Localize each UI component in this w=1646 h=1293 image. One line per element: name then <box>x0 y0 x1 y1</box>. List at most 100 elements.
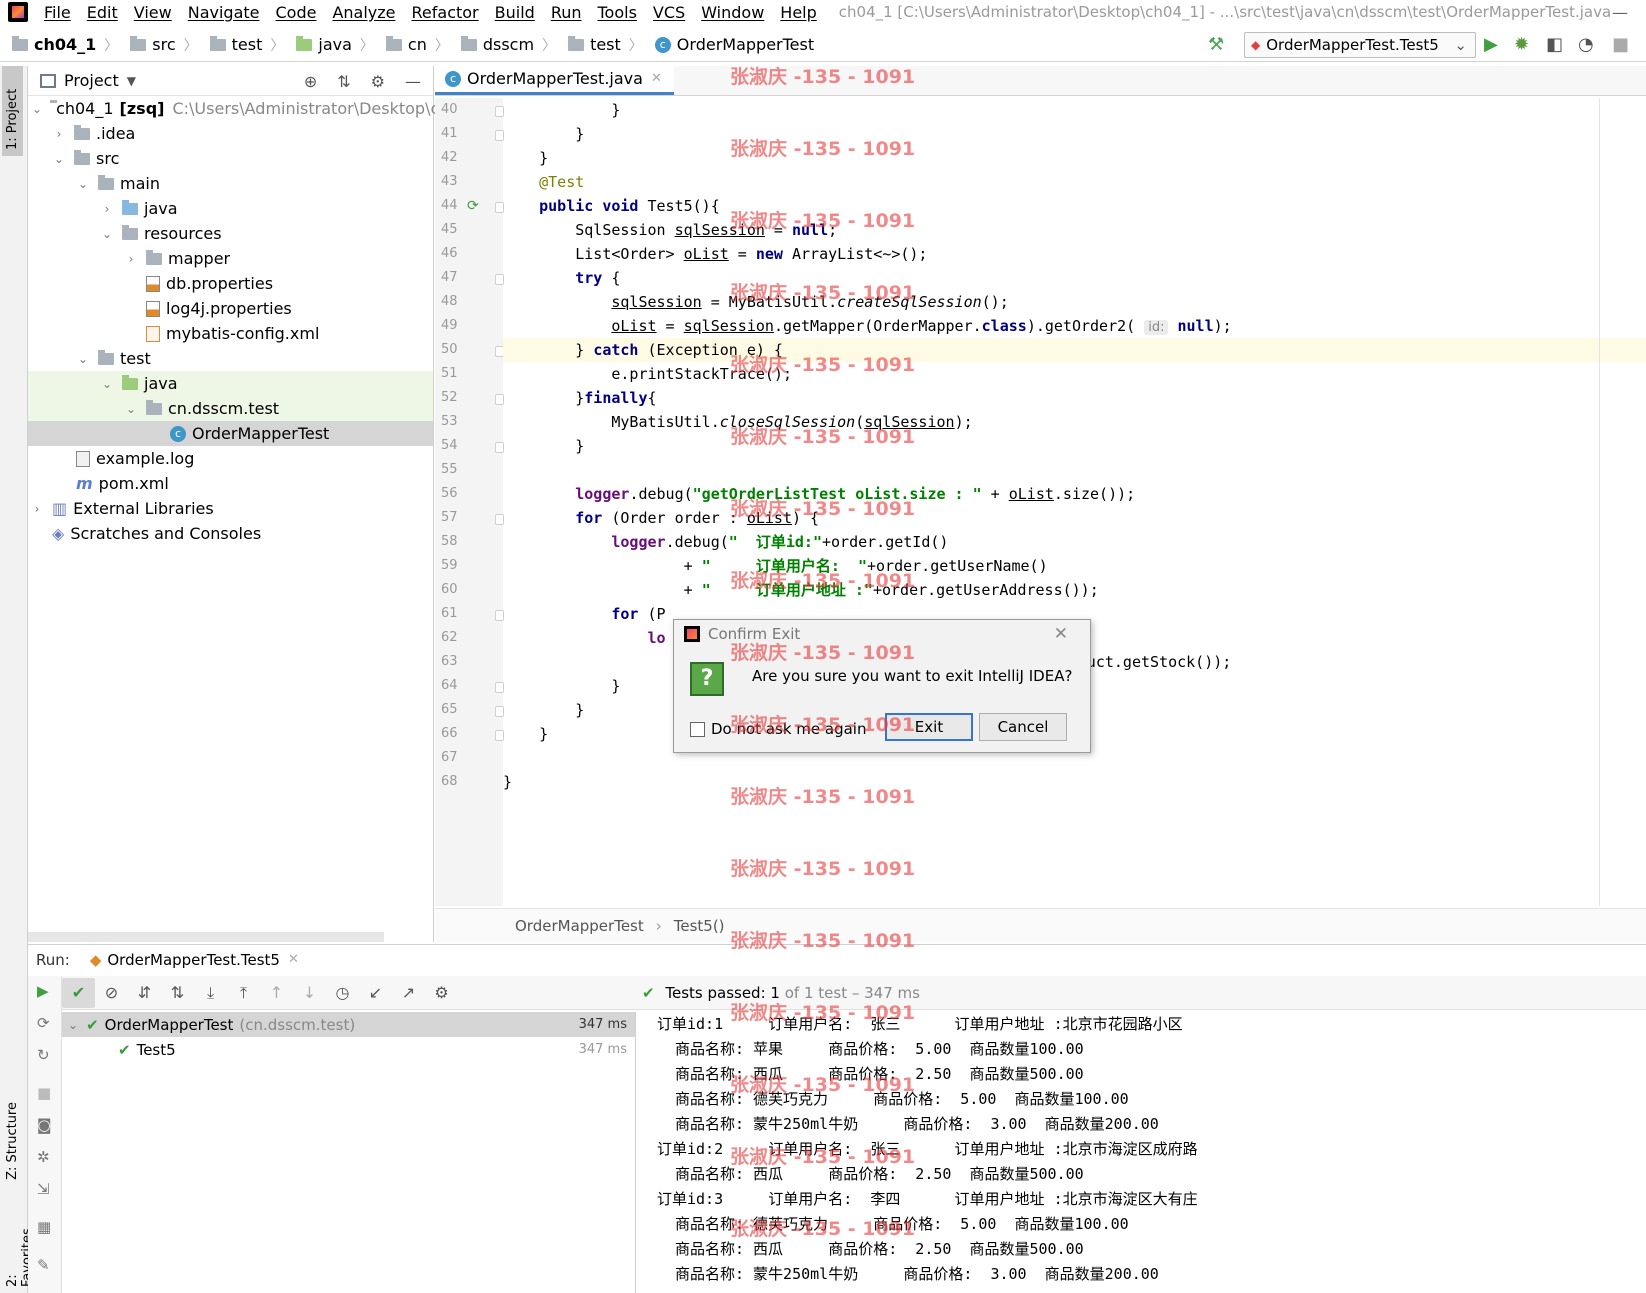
menu-analyze[interactable]: Analyze <box>324 3 403 22</box>
chevron-right-icon[interactable]: › <box>52 127 66 141</box>
chevron-right-icon[interactable]: › <box>124 252 138 266</box>
console-output[interactable]: 订单id:1 订单用户名: 张三 订单用户地址 :北京市花园路小区 商品名称: … <box>637 1012 1646 1293</box>
run-test-gutter-icon[interactable]: ⟳ <box>467 198 479 214</box>
camera-icon[interactable]: ◙ <box>37 1116 52 1134</box>
tree-item-db-properties[interactable]: db.properties <box>28 271 433 296</box>
tree-item-resources[interactable]: ⌄ resources <box>28 221 433 246</box>
close-icon[interactable]: ✕ <box>1054 624 1068 644</box>
gear-icon[interactable]: ⚙ <box>425 983 458 1002</box>
chevron-down-icon[interactable]: ⌄ <box>76 177 90 191</box>
breadcrumb-java[interactable]: java 〉 <box>284 35 374 55</box>
collapse-all-icon[interactable]: ⇅ <box>337 72 350 91</box>
chevron-down-icon[interactable]: ⌄ <box>124 402 138 416</box>
breadcrumb-cn[interactable]: cn 〉 <box>374 35 449 55</box>
code-area[interactable]: } } } @Test public void Test5(){ SqlSess… <box>503 98 1646 906</box>
import-tests-icon[interactable]: ↙ <box>359 983 392 1002</box>
profile-icon[interactable]: ◔ <box>1578 34 1594 55</box>
cancel-button[interactable]: Cancel <box>979 713 1067 741</box>
debug-icon[interactable]: ✹ <box>1514 34 1529 55</box>
tool-tab-structure[interactable]: Z: Structure <box>2 1096 23 1186</box>
tree-item-main[interactable]: ⌄ main <box>28 171 433 196</box>
menu-edit[interactable]: Edit <box>79 3 126 22</box>
sort-duration-icon[interactable]: ⇅ <box>161 983 194 1002</box>
editor-tab-ordermappertest[interactable]: c OrderMapperTest.java ✕ <box>435 65 674 95</box>
menu-view[interactable]: View <box>126 3 180 22</box>
menu-window[interactable]: Window <box>693 3 772 22</box>
menu-tools[interactable]: Tools <box>590 3 645 22</box>
breadcrumb-test-pkg[interactable]: test 〉 <box>556 35 643 55</box>
tree-item-package[interactable]: ⌄ cn.dsscm.test <box>28 396 433 421</box>
test-row-method[interactable]: ✔ Test5 347 ms <box>62 1037 635 1062</box>
menu-help[interactable]: Help <box>772 3 824 22</box>
run-configuration-select[interactable]: ◆ OrderMapperTest.Test5 ⌄ <box>1244 32 1476 58</box>
tree-item-root[interactable]: ⌄ ch04_1 [zsq] C:\Users\Administrator\De… <box>28 96 488 121</box>
layout-icon[interactable]: ▦ <box>37 1218 51 1236</box>
import-icon[interactable]: ⇲ <box>37 1180 50 1198</box>
chevron-down-icon[interactable]: ⌄ <box>52 152 66 166</box>
minimize-icon[interactable]: — <box>1612 3 1628 22</box>
tree-item-external-libraries[interactable]: › ▥ External Libraries <box>28 496 433 521</box>
close-icon[interactable]: ✕ <box>651 71 662 86</box>
breadcrumb-project[interactable]: ch04_1 〉 <box>0 35 118 55</box>
chevron-down-icon[interactable]: ⌄ <box>68 1018 78 1032</box>
chevron-down-icon[interactable]: ⌄ <box>100 377 114 391</box>
tree-item-test[interactable]: ⌄ test <box>28 346 433 371</box>
test-row-class[interactable]: ⌄ ✔ OrderMapperTest (cn.dsscm.test) 347 … <box>62 1012 635 1037</box>
pin-icon[interactable]: ✎ <box>37 1256 50 1274</box>
show-passed-icon[interactable]: ✔ <box>62 977 95 1008</box>
tree-item-mybatis-config[interactable]: mybatis-config.xml <box>28 321 433 346</box>
locate-icon[interactable]: ⊕ <box>304 72 317 91</box>
breadcrumb-dsscm[interactable]: dsscm 〉 <box>449 35 556 55</box>
horizontal-scrollbar[interactable] <box>28 932 384 942</box>
tree-item-example-log[interactable]: example.log <box>28 446 433 471</box>
run-tab[interactable]: ◆ OrderMapperTest.Test5 ✕ <box>90 951 299 969</box>
chevron-down-icon[interactable]: ⌄ <box>76 352 90 366</box>
previous-test-icon[interactable]: ↑ <box>260 983 293 1002</box>
rerun-failed-icon[interactable]: ⟳ <box>37 1014 50 1032</box>
settings-icon[interactable]: ✲ <box>37 1148 50 1166</box>
exit-button[interactable]: Exit <box>885 713 973 741</box>
close-icon[interactable]: ✕ <box>288 952 299 967</box>
menu-build[interactable]: Build <box>487 3 543 22</box>
sort-alpha-icon[interactable]: ⇵ <box>128 983 161 1002</box>
tool-tab-project[interactable]: 1: Project <box>2 66 23 156</box>
breadcrumb-test[interactable]: test 〉 <box>198 35 284 55</box>
tree-item-src[interactable]: ⌄ src <box>28 146 433 171</box>
project-title[interactable]: Project <box>64 71 119 90</box>
next-test-icon[interactable]: ↓ <box>293 983 326 1002</box>
breadcrumb-method[interactable]: Test5() <box>674 917 725 935</box>
chevron-down-icon[interactable]: ▼ <box>127 74 136 88</box>
breadcrumb-src[interactable]: src 〉 <box>118 35 198 55</box>
menu-run[interactable]: Run <box>543 3 590 22</box>
do-not-ask-checkbox[interactable]: Do not ask me again <box>690 720 866 738</box>
chevron-down-icon[interactable]: ⌄ <box>100 227 114 241</box>
run-icon[interactable]: ▶ <box>1484 34 1498 55</box>
hide-icon[interactable]: — <box>405 72 421 91</box>
chevron-right-icon[interactable]: › <box>100 202 114 216</box>
tree-item-scratches[interactable]: ◈ Scratches and Consoles <box>28 521 433 546</box>
history-icon[interactable]: ◷ <box>326 983 359 1002</box>
menu-navigate[interactable]: Navigate <box>180 3 268 22</box>
chevron-down-icon[interactable]: ⌄ <box>32 102 42 116</box>
tree-item-idea[interactable]: › .idea <box>28 121 433 146</box>
expand-all-icon[interactable]: ⤓ <box>194 983 227 1003</box>
breadcrumb-class[interactable]: OrderMapperTest <box>515 917 644 935</box>
collapse-all-icon[interactable]: ⤒ <box>227 983 260 1003</box>
tree-item-pom[interactable]: m pom.xml <box>28 471 433 496</box>
menu-refactor[interactable]: Refactor <box>404 3 487 22</box>
toggle-auto-test-icon[interactable]: ↻ <box>37 1046 50 1064</box>
rerun-icon[interactable]: ▶ <box>37 982 49 1000</box>
stop-icon[interactable]: ■ <box>1612 34 1629 55</box>
stop-icon[interactable]: ■ <box>37 1084 51 1102</box>
tree-item-test-java[interactable]: ⌄ java <box>28 371 433 396</box>
gear-icon[interactable]: ⚙ <box>371 72 385 91</box>
tree-item-log4j-properties[interactable]: log4j.properties <box>28 296 433 321</box>
chevron-right-icon[interactable]: › <box>30 502 44 516</box>
menu-code[interactable]: Code <box>268 3 325 22</box>
build-hammer-icon[interactable]: ⚒ <box>1208 34 1224 55</box>
tree-item-main-java[interactable]: › java <box>28 196 433 221</box>
export-tests-icon[interactable]: ↗ <box>392 983 425 1002</box>
coverage-icon[interactable]: ◧ <box>1546 34 1563 55</box>
breadcrumb-class[interactable]: c OrderMapperTest <box>643 35 814 54</box>
checkbox-icon[interactable] <box>690 721 705 737</box>
